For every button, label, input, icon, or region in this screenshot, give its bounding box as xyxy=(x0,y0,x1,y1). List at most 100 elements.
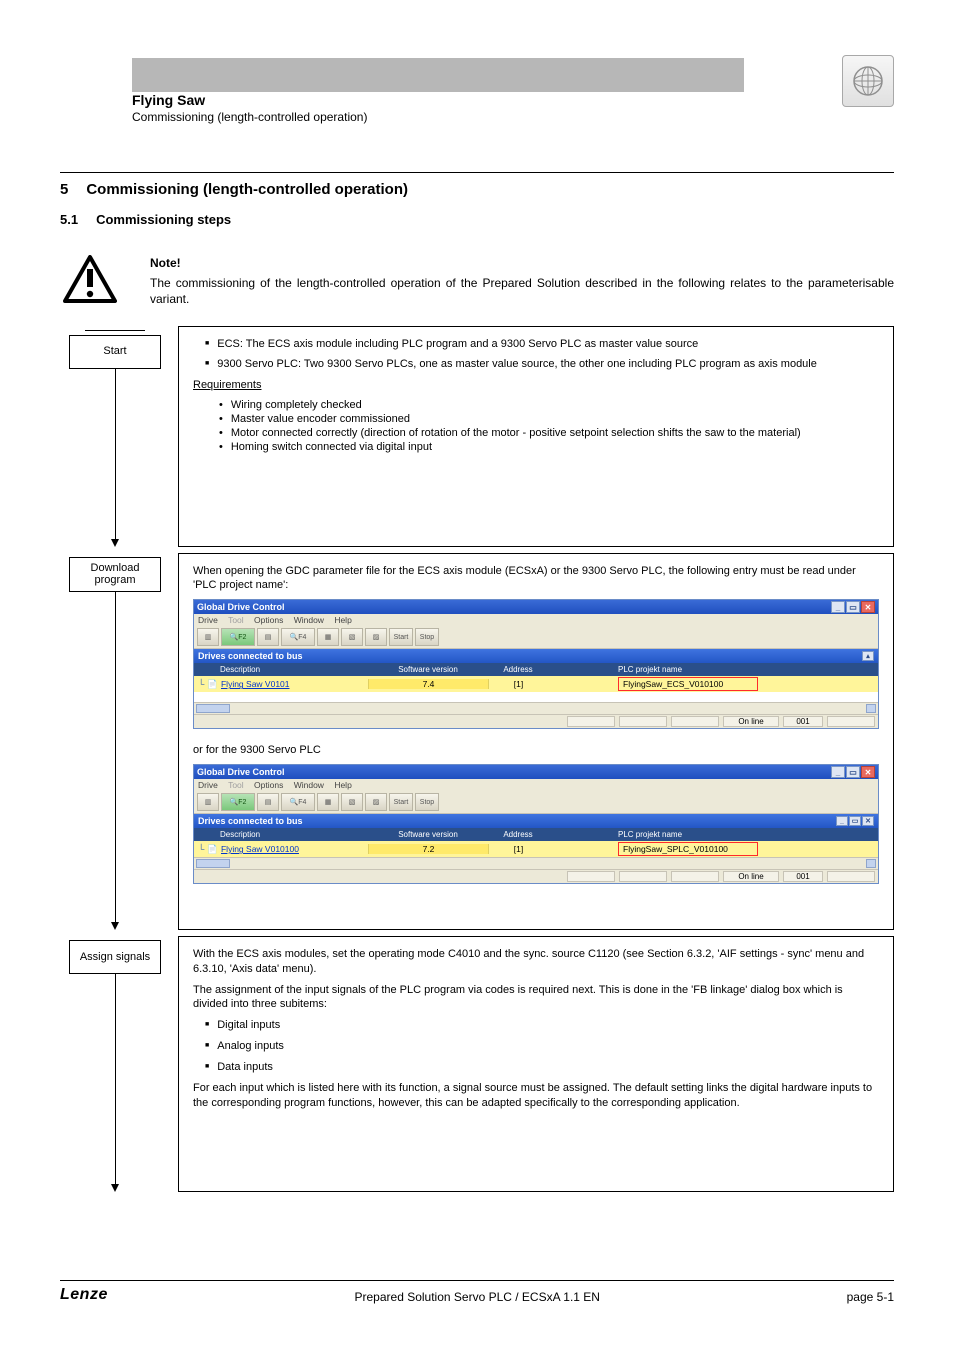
search-offline-button[interactable]: 🔍F4 xyxy=(281,793,315,811)
toolbar-button[interactable]: ▦ xyxy=(317,793,339,811)
download-content: When opening the GDC parameter file for … xyxy=(178,553,894,930)
flow-download-label: Download program xyxy=(76,562,154,587)
scroll-right-icon[interactable] xyxy=(866,704,876,713)
menu-help[interactable]: Help xyxy=(334,615,351,625)
close-icon[interactable]: ✕ xyxy=(861,766,875,778)
footer-center: Prepared Solution Servo PLC / ECSxA 1.1 … xyxy=(355,1290,600,1304)
section-number: 5 xyxy=(60,181,68,198)
col-description: Description xyxy=(198,665,368,674)
toolbar-button[interactable]: ▧ xyxy=(341,628,363,646)
inner-minimize-icon[interactable]: _ xyxy=(836,816,848,826)
minimize-icon[interactable]: _ xyxy=(831,766,845,778)
gdc-data-row[interactable]: └ 📄 Flying Saw V010100 7.2 [1] FlyingSaw… xyxy=(194,841,878,857)
note-block: Note! The commissioning of the length-co… xyxy=(60,255,894,308)
status-code: 001 xyxy=(783,871,823,882)
download-intro: When opening the GDC parameter file for … xyxy=(193,564,879,594)
menu-options[interactable]: Options xyxy=(254,615,283,625)
doc-subtitle: Commissioning (length-controlled operati… xyxy=(132,110,832,124)
toolbar-button[interactable]: Start xyxy=(389,793,413,811)
requirements-label: Requirements xyxy=(193,379,261,391)
gdc-menubar[interactable]: Drive Tool Options Window Help xyxy=(194,614,878,626)
toolbar-button[interactable]: ▥ xyxy=(197,793,219,811)
gdc-data-row[interactable]: └ 📄 Flying Saw V0101 7.4 [1] FlyingSaw_E… xyxy=(194,676,878,692)
toolbar-button[interactable]: ▧ xyxy=(341,793,363,811)
assign-content: With the ECS axis modules, set the opera… xyxy=(178,936,894,1192)
gdc-hscroll[interactable] xyxy=(194,857,878,869)
row-address: [1] xyxy=(488,844,548,854)
col-software: Software version xyxy=(368,830,488,839)
toolbar-button[interactable]: ▤ xyxy=(257,793,279,811)
col-software: Software version xyxy=(368,665,488,674)
maximize-icon[interactable]: ▭ xyxy=(846,601,860,613)
req-3: Motor connected correctly (direction of … xyxy=(219,427,879,439)
row-software: 7.2 xyxy=(368,844,488,854)
gdc-menubar[interactable]: Drive Tool Options Window Help xyxy=(194,779,878,791)
gdc-statusbar: On line 001 xyxy=(194,869,878,883)
menu-drive[interactable]: Drive xyxy=(198,780,218,790)
gdc-subtitle: Drives connected to bus xyxy=(198,816,303,826)
section-title: Commissioning (length-controlled operati… xyxy=(86,181,408,198)
toolbar-button[interactable]: Stop xyxy=(415,628,439,646)
inner-maximize-icon[interactable]: ▭ xyxy=(849,816,861,826)
status-empty xyxy=(567,716,615,727)
minimize-icon[interactable]: _ xyxy=(831,601,845,613)
toolbar-button[interactable]: Stop xyxy=(415,793,439,811)
brand-logo: Lenze xyxy=(60,1286,108,1304)
gdc-column-headers: Description Software version Address PLC… xyxy=(194,663,878,676)
menu-window[interactable]: Window xyxy=(294,780,324,790)
toolbar-button[interactable]: ▥ xyxy=(197,628,219,646)
toolbar-button[interactable]: ▦ xyxy=(317,628,339,646)
toolbar-button[interactable]: ▨ xyxy=(365,628,387,646)
toolbar-button[interactable]: Start xyxy=(389,628,413,646)
row-description[interactable]: Flying Saw V010100 xyxy=(221,844,299,854)
gdc-hscroll[interactable] xyxy=(194,702,878,714)
start-content: ECS: The ECS axis module including PLC p… xyxy=(178,326,894,547)
scroll-up-icon[interactable]: ▴ xyxy=(862,651,874,661)
status-empty xyxy=(827,871,875,882)
search-offline-button[interactable]: 🔍F4 xyxy=(281,628,315,646)
scroll-thumb[interactable] xyxy=(196,859,230,868)
rule xyxy=(60,172,894,173)
row-software: 7.4 xyxy=(368,679,488,689)
menu-options[interactable]: Options xyxy=(254,780,283,790)
status-code: 001 xyxy=(783,716,823,727)
maximize-icon[interactable]: ▭ xyxy=(846,766,860,778)
menu-window[interactable]: Window xyxy=(294,615,324,625)
arrow-down-icon xyxy=(111,1184,119,1192)
row-description[interactable]: Flying Saw V0101 xyxy=(221,679,290,689)
status-empty xyxy=(671,716,719,727)
note-body: The commissioning of the length-controll… xyxy=(150,275,894,307)
menu-help[interactable]: Help xyxy=(334,780,351,790)
gdc-subtitle: Drives connected to bus xyxy=(198,651,303,661)
gdc-column-headers: Description Software version Address PLC… xyxy=(194,828,878,841)
globe-icon xyxy=(842,55,894,107)
close-icon[interactable]: ✕ xyxy=(861,601,875,613)
arrow-down-icon xyxy=(111,539,119,547)
start-bullet-2: 9300 Servo PLC: Two 9300 Servo PLCs, one… xyxy=(205,357,879,372)
subsection-number: 5.1 xyxy=(60,212,78,227)
flow-start-label: Start xyxy=(103,345,126,358)
toolbar-button[interactable]: ▨ xyxy=(365,793,387,811)
toolbar-button[interactable]: ▤ xyxy=(257,628,279,646)
assign-li2: Analog inputs xyxy=(205,1039,879,1054)
col-address: Address xyxy=(488,830,548,839)
row-plc-name: FlyingSaw_SPLC_V010100 xyxy=(618,842,758,856)
search-online-button[interactable]: 🔍F2 xyxy=(221,628,255,646)
status-online: On line xyxy=(723,871,779,882)
gdc-window-ecs: Global Drive Control _ ▭ ✕ Drive Tool Op… xyxy=(193,599,879,729)
menu-tool[interactable]: Tool xyxy=(228,780,244,790)
search-online-button[interactable]: 🔍F2 xyxy=(221,793,255,811)
scroll-thumb[interactable] xyxy=(196,704,230,713)
scroll-right-icon[interactable] xyxy=(866,859,876,868)
warning-icon xyxy=(60,255,120,303)
gdc-toolbar: ▥ 🔍F2 ▤ 🔍F4 ▦ ▧ ▨ Start Stop xyxy=(194,626,878,649)
status-empty xyxy=(619,871,667,882)
flow-download: Download program xyxy=(69,557,161,592)
page-footer: Lenze Prepared Solution Servo PLC / ECSx… xyxy=(60,1280,894,1304)
menu-drive[interactable]: Drive xyxy=(198,615,218,625)
inner-close-icon[interactable]: ✕ xyxy=(862,816,874,826)
doc-title: Flying Saw xyxy=(132,92,832,108)
req-2: Master value encoder commissioned xyxy=(219,413,879,425)
menu-tool[interactable]: Tool xyxy=(228,615,244,625)
assign-p1: With the ECS axis modules, set the opera… xyxy=(193,947,879,977)
